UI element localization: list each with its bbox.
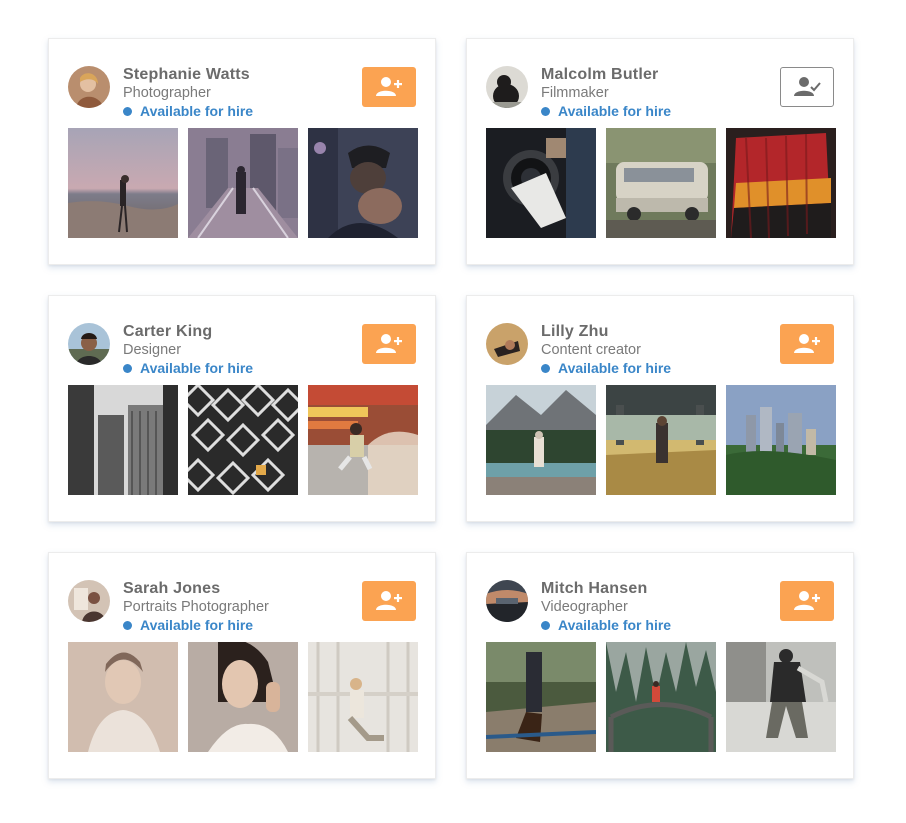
availability-label: Available for hire xyxy=(140,360,254,376)
add-user-icon xyxy=(794,591,820,610)
portfolio-photo[interactable] xyxy=(188,385,298,495)
profile-role: Content creator xyxy=(541,342,641,358)
add-user-button[interactable] xyxy=(362,581,416,621)
user-check-icon xyxy=(794,77,821,96)
profile-card[interactable]: Mitch Hansen Videographer Available for … xyxy=(466,552,854,779)
portfolio-photo[interactable] xyxy=(486,642,596,752)
status-dot xyxy=(123,363,132,373)
profile-role: Photographer xyxy=(123,85,211,101)
profile-card[interactable]: Carter King Designer Available for hire xyxy=(48,295,436,522)
profile-role: Filmmaker xyxy=(541,85,609,101)
portfolio-photo[interactable] xyxy=(68,642,178,752)
availability-status: Available for hire xyxy=(123,103,253,119)
add-user-icon xyxy=(376,591,402,610)
avatar-image xyxy=(68,66,110,108)
avatar[interactable] xyxy=(486,580,528,622)
portfolio-gallery xyxy=(486,128,836,238)
portfolio-gallery xyxy=(68,642,418,752)
profile-name: Malcolm Butler xyxy=(541,66,659,83)
status-dot xyxy=(541,106,550,116)
avatar-image xyxy=(486,66,528,108)
portfolio-photo[interactable] xyxy=(726,385,836,495)
portfolio-photo[interactable] xyxy=(308,128,418,238)
status-dot xyxy=(123,620,132,630)
portfolio-photo[interactable] xyxy=(188,128,298,238)
profile-role: Portraits Photographer xyxy=(123,599,269,615)
add-user-button[interactable] xyxy=(780,324,834,364)
status-dot xyxy=(123,106,132,116)
portfolio-photo[interactable] xyxy=(606,385,716,495)
avatar-image xyxy=(68,580,110,622)
portfolio-photo[interactable] xyxy=(486,128,596,238)
availability-label: Available for hire xyxy=(558,360,672,376)
status-dot xyxy=(541,363,550,373)
avatar[interactable] xyxy=(68,580,110,622)
portfolio-photo[interactable] xyxy=(486,385,596,495)
add-user-icon xyxy=(376,334,402,353)
profile-card[interactable]: Stephanie Watts Photographer Available f… xyxy=(48,38,436,265)
profile-role: Videographer xyxy=(541,599,628,615)
availability-status: Available for hire xyxy=(541,103,671,119)
avatar[interactable] xyxy=(68,323,110,365)
portfolio-gallery xyxy=(486,642,836,752)
portfolio-photo[interactable] xyxy=(606,128,716,238)
availability-label: Available for hire xyxy=(140,103,254,119)
profile-name: Mitch Hansen xyxy=(541,580,648,597)
availability-status: Available for hire xyxy=(541,360,671,376)
add-user-button[interactable] xyxy=(362,67,416,107)
availability-status: Available for hire xyxy=(541,617,671,633)
portfolio-photo[interactable] xyxy=(308,385,418,495)
avatar[interactable] xyxy=(486,323,528,365)
portfolio-gallery xyxy=(68,128,418,238)
portfolio-photo[interactable] xyxy=(188,642,298,752)
availability-status: Available for hire xyxy=(123,617,253,633)
profile-role: Designer xyxy=(123,342,182,358)
avatar-image xyxy=(68,323,110,365)
portfolio-photo[interactable] xyxy=(308,642,418,752)
profile-card[interactable]: Sarah Jones Portraits Photographer Avail… xyxy=(48,552,436,779)
avatar-image xyxy=(486,323,528,365)
portfolio-photo[interactable] xyxy=(726,128,836,238)
following-button[interactable] xyxy=(780,67,834,107)
add-user-button[interactable] xyxy=(780,581,834,621)
availability-status: Available for hire xyxy=(123,360,253,376)
portfolio-gallery xyxy=(68,385,418,495)
profile-name: Lilly Zhu xyxy=(541,323,609,340)
avatar[interactable] xyxy=(68,66,110,108)
portfolio-photo[interactable] xyxy=(606,642,716,752)
portfolio-photo[interactable] xyxy=(68,128,178,238)
portfolio-gallery xyxy=(486,385,836,495)
profile-name: Stephanie Watts xyxy=(123,66,250,83)
portfolio-photo[interactable] xyxy=(68,385,178,495)
availability-label: Available for hire xyxy=(140,617,254,633)
add-user-button[interactable] xyxy=(362,324,416,364)
avatar-image xyxy=(486,580,528,622)
profile-card[interactable]: Malcolm Butler Filmmaker Available for h… xyxy=(466,38,854,265)
profile-card[interactable]: Lilly Zhu Content creator Available for … xyxy=(466,295,854,522)
availability-label: Available for hire xyxy=(558,103,672,119)
add-user-icon xyxy=(376,77,402,96)
profile-name: Carter King xyxy=(123,323,213,340)
avatar[interactable] xyxy=(486,66,528,108)
status-dot xyxy=(541,620,550,630)
profile-name: Sarah Jones xyxy=(123,580,221,597)
availability-label: Available for hire xyxy=(558,617,672,633)
portfolio-photo[interactable] xyxy=(726,642,836,752)
add-user-icon xyxy=(794,334,820,353)
